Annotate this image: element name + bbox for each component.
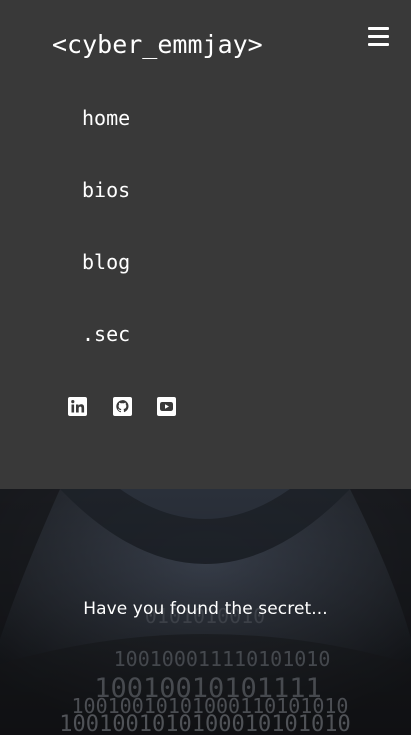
nav-item-blog[interactable]: blog xyxy=(82,244,130,316)
linkedin-icon[interactable] xyxy=(68,397,87,416)
hamburger-menu-icon[interactable] xyxy=(368,27,390,49)
nav-item-sec[interactable]: .sec xyxy=(82,316,130,388)
hamburger-bar xyxy=(368,43,389,46)
github-icon[interactable] xyxy=(113,397,132,416)
nav-item-home[interactable]: home xyxy=(82,100,130,172)
youtube-icon[interactable] xyxy=(157,397,176,416)
nav-menu: home bios blog .sec xyxy=(82,100,130,388)
github-glyph xyxy=(116,400,129,413)
mobile-nav-panel: <cyber_emmjay> home bios blog .sec xyxy=(0,0,411,489)
site-brand[interactable]: <cyber_emmjay> xyxy=(52,28,263,62)
hamburger-bar xyxy=(368,27,389,30)
hero-banner: 0101010010 100100011110101010 1001001010… xyxy=(0,489,411,735)
linkedin-glyph xyxy=(71,400,85,413)
youtube-glyph xyxy=(160,402,173,411)
nav-item-bios[interactable]: bios xyxy=(82,172,130,244)
hamburger-bar xyxy=(368,35,389,38)
hero-tagline: Have you found the secret... xyxy=(83,599,328,619)
